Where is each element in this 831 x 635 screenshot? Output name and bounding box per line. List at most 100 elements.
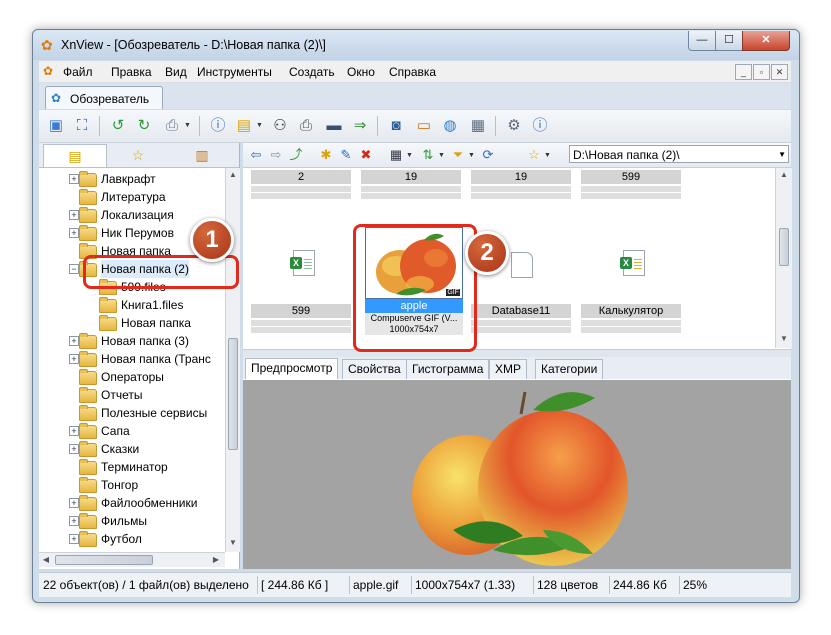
convert-icon[interactable]: ⇒ [349,115,371,137]
browser-scroll-thumb[interactable] [779,228,789,266]
menu-tools[interactable]: Инструменты [197,65,272,79]
document-menu-icon[interactable]: ✿ [43,64,57,78]
contact-sheet-icon[interactable]: ▦ [467,115,489,137]
back-icon[interactable]: ⇦ [247,146,265,164]
new-folder-icon[interactable]: ✱ [317,146,335,164]
folder-icon [79,531,97,547]
folder-icon [79,207,97,223]
delete-icon[interactable]: ✖ [357,146,375,164]
view-mode-icon[interactable]: ▦ [387,146,405,164]
close-button[interactable]: ✕ [742,31,790,51]
mdi-restore-button[interactable]: ▫ [753,64,770,80]
expander-icon[interactable]: + [69,444,79,454]
tree-horizontal-scrollbar[interactable]: ◀ ▶ [39,552,225,567]
filter-icon[interactable]: ⏷ [449,146,467,164]
scroll-down-icon[interactable]: ▼ [226,536,240,550]
info-icon[interactable]: ⓘ [529,115,551,137]
menu-window[interactable]: Окно [347,65,375,79]
categories-tab-icon[interactable]: ▥ [171,144,233,166]
toolbar-separator [99,116,100,136]
acquire-icon[interactable]: ⎙ [161,115,183,137]
forward-icon[interactable]: ⇨ [267,146,285,164]
thumbnail-cell[interactable]: 19 [361,170,461,210]
acquire-dropdown-icon[interactable]: ▼ [184,122,191,129]
rotate-left-icon[interactable]: ↺ [107,115,129,137]
rename-icon[interactable]: ✎ [337,146,355,164]
expander-icon[interactable]: + [69,426,79,436]
scroll-left-icon[interactable]: ◀ [39,553,53,567]
mdi-close-button[interactable]: ✕ [771,64,788,80]
favorites-dropdown-icon[interactable]: ▼ [544,152,551,159]
thumbnail-label: 599 [581,170,681,184]
parent-folder-icon[interactable]: ⤴ [287,146,305,164]
browser-vertical-scrollbar[interactable]: ▲ ▼ [775,168,792,348]
menu-help[interactable]: Справка [389,65,436,79]
thumbnail-info-bar [581,326,681,333]
favorites-icon[interactable]: ☆ [525,146,543,164]
tab-browser[interactable]: ✿ Обозреватель [45,86,163,109]
collapse-icon[interactable]: − [69,264,79,274]
thumbnail-name: Database11 [471,304,571,318]
folder-icon [79,369,97,385]
filter-dropdown-icon[interactable]: ▼ [468,152,475,159]
tree-scroll-thumb[interactable] [228,338,238,450]
expander-icon[interactable]: + [69,516,79,526]
scroll-up-icon[interactable]: ▲ [226,168,240,182]
tree-hscroll-thumb[interactable] [55,555,153,565]
expander-icon[interactable]: + [69,174,79,184]
mdi-minimize-button[interactable]: _ [735,64,752,80]
expander-icon[interactable]: + [69,354,79,364]
web-icon[interactable]: ◍ [439,115,461,137]
thumbnail-cell[interactable]: 599 [581,170,681,210]
menu-file[interactable]: Файл [63,65,93,79]
expander-icon[interactable]: + [69,336,79,346]
folders-tab-icon[interactable]: ▤ [43,144,107,167]
menu-view[interactable]: Вид [165,65,187,79]
minimize-button[interactable]: — [688,31,716,51]
settings-icon[interactable]: ⚙ [503,115,525,137]
tab-properties[interactable]: Свойства [342,359,407,379]
refresh-icon[interactable]: ⟳ [479,146,497,164]
fullscreen-icon[interactable]: ⛶ [71,115,93,137]
scroll-down-icon[interactable]: ▼ [776,332,792,346]
path-combobox[interactable]: D:\Новая папка (2)\ ▼ [569,145,789,163]
folder-icon [79,423,97,439]
expander-icon[interactable]: + [69,498,79,508]
window-title: XnView - [Обозреватель - D:\Новая папка … [61,38,326,52]
menu-edit[interactable]: Правка [111,65,152,79]
print-icon[interactable]: ⎙ [295,115,317,137]
tab-histogram[interactable]: Гистограмма [406,359,490,379]
view-mode-dropdown-icon[interactable]: ▼ [406,152,413,159]
path-dropdown-icon[interactable]: ▼ [778,146,786,164]
sort-dropdown-icon[interactable]: ▼ [438,152,445,159]
maximize-button[interactable]: ☐ [715,31,743,51]
expander-icon[interactable]: + [69,534,79,544]
properties-icon[interactable]: ⓘ [207,115,229,137]
thumbnail-item-599[interactable]: X 599 [251,248,351,338]
status-object-count: 22 объект(ов) / 1 файл(ов) выделено [43,578,249,592]
document-tab-strip: ✿ Обозреватель [39,83,791,109]
sort-icon[interactable]: ⇅ [419,146,437,164]
thumbnail-item-calculator[interactable]: X Калькулятор [581,248,681,338]
folder-panel-tabs: ▤ ☆ ▥ [39,143,239,168]
title-bar[interactable]: ✿ XnView - [Обозреватель - D:\Новая папк… [33,30,799,60]
rotate-right-icon[interactable]: ↻ [133,115,155,137]
scroll-up-icon[interactable]: ▲ [776,168,792,182]
thumbnail-cell[interactable]: 19 [471,170,571,210]
screenshot-icon[interactable]: ◙ [385,115,407,137]
open-icon[interactable]: ▤ [233,115,255,137]
menu-create[interactable]: Создать [289,65,335,79]
open-dropdown-icon[interactable]: ▼ [256,122,263,129]
tab-xmp[interactable]: XMP [489,359,528,379]
scan-icon[interactable]: ▬ [323,115,345,137]
binoculars-icon[interactable]: ⚇ [269,115,291,137]
thumbnail-cell[interactable]: 2 [251,170,351,210]
expander-icon[interactable]: + [69,228,79,238]
tab-categories[interactable]: Категории [535,359,604,379]
scroll-right-icon[interactable]: ▶ [209,553,223,567]
favorites-tab-icon[interactable]: ☆ [107,144,169,166]
expander-icon[interactable]: + [69,210,79,220]
slideshow-icon[interactable]: ▭ [413,115,435,137]
tab-preview[interactable]: Предпросмотр [245,358,339,379]
view-icon[interactable]: ▣ [45,115,67,137]
